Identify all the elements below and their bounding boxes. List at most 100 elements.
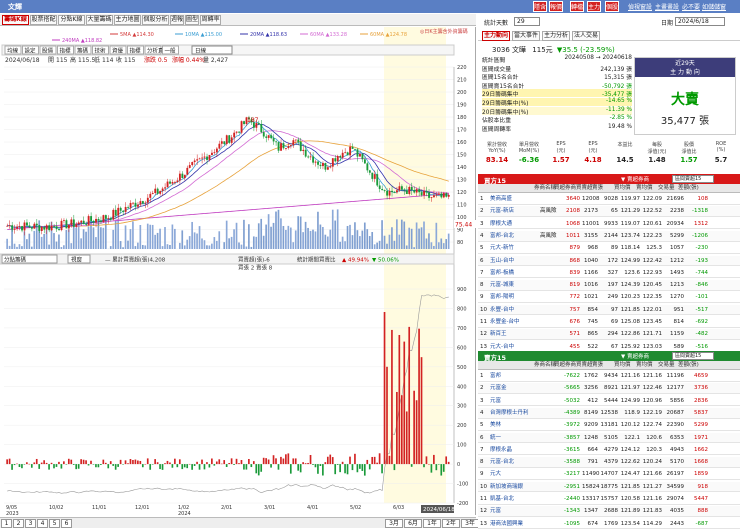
broker-row[interactable]: 3摩根大通1068110019933119.07120.61209341312 [478, 219, 740, 230]
range-6m-button[interactable]: 6月 [404, 519, 422, 528]
window-setting-link[interactable]: 偵視窗設 [628, 2, 652, 11]
volume-bar [21, 246, 23, 249]
broker-row[interactable]: 10新加坡商瑞銀-29511582418775121.85121.2734599… [478, 482, 740, 493]
broker-row[interactable]: 4富邦-台北高風險101131552144123.74122.235299-12… [478, 231, 740, 242]
candle-body [144, 203, 146, 204]
tab-events[interactable]: 當大事件 [512, 31, 540, 41]
cell-value: 2108 [560, 206, 580, 216]
hide-button[interactable]: 隱含 [533, 1, 547, 12]
stat-days-select[interactable]: 29 [514, 17, 540, 26]
column-header[interactable]: 賣均價 [636, 184, 653, 193]
menu-chip-kline[interactable]: 籌碼K線 [2, 15, 29, 25]
tab-analysis[interactable]: 主力分析 [542, 31, 570, 41]
menu-stock-match[interactable]: 股票搭配 [30, 15, 57, 25]
broker-row[interactable]: 2元富-新店高風險2108217365121.29122.522238-1318 [478, 206, 740, 217]
column-header[interactable]: 券商名稱 [534, 184, 556, 193]
range-3y-button[interactable]: 3年 [461, 519, 479, 528]
menu-turnover[interactable]: 周轉率 [200, 15, 221, 25]
broker-row[interactable]: 11凱基-台北-24401331715757120.58121.16290745… [478, 494, 740, 505]
buy-sell-bar [426, 456, 428, 464]
range-2y-button[interactable]: 2年 [442, 519, 460, 528]
buy-sell-bar [29, 464, 31, 465]
menu-stock-analysis[interactable]: 個股分析 [142, 15, 169, 25]
menu-pattern[interactable]: 圖型 [185, 15, 199, 25]
column-header[interactable]: 賣張 [592, 361, 603, 370]
broker-row[interactable]: 5美林-3972920913181120.12122.74223905299 [478, 420, 740, 431]
page-2-button[interactable]: 2 [13, 519, 24, 528]
broker-row[interactable]: 7富邦-板橋8391166327123.6122.931493-744 [478, 268, 740, 279]
column-header[interactable]: 賣均價 [636, 361, 653, 370]
range-3m-button[interactable]: 3月 [385, 519, 403, 528]
column-header[interactable]: 買均價 [614, 361, 631, 370]
broker-row[interactable]: 12元富-134313472688121.89121.834035888 [478, 506, 740, 517]
page-5-button[interactable]: 5 [49, 519, 60, 528]
candle-body [162, 189, 164, 191]
broker-row[interactable]: 1富邦-762217629434121.16121.16111964659 [478, 371, 740, 382]
convert-button[interactable]: 轉檔 [570, 1, 584, 12]
column-header[interactable]: 券商名稱 [534, 361, 556, 370]
volume-bar [238, 242, 240, 249]
broker-row[interactable]: 8元富-城東8191016197124.39120.451213-846 [478, 280, 740, 291]
broker-row[interactable]: 9富邦-陽明7721021249120.23122.351270-101 [478, 292, 740, 303]
broker-row[interactable]: 3元富-50324125444124.99120.9658562836 [478, 396, 740, 407]
page-6-button[interactable]: 6 [61, 519, 72, 528]
row-rank: 5 [480, 420, 488, 430]
broker-row[interactable]: 9元大-32171149014707124.47121.66261971859 [478, 469, 740, 480]
column-header[interactable]: 差額(張) [678, 184, 699, 193]
tab-institutional[interactable]: 法人交易 [572, 31, 600, 41]
column-header[interactable]: 交易量 [658, 184, 675, 193]
broker-row[interactable]: 5元大-新竹87996889118.14125.31057-230 [478, 243, 740, 254]
column-header[interactable]: 買均價 [614, 184, 631, 193]
broker-row[interactable]: 2元富金-566532568921121.97122.46121773736 [478, 383, 740, 394]
menu-big-volume[interactable]: 大量籌碼 [86, 15, 113, 25]
volume-bar [41, 237, 43, 249]
broker-row[interactable]: 7摩根永晶-36156644279124.12120.349431662 [478, 445, 740, 456]
cell-value: 122.74 [642, 420, 662, 430]
candle-body [100, 221, 102, 222]
checkbox-label[interactable]: ◎日K主籌含外資籌碼 [420, 28, 468, 35]
page-1-button[interactable]: 1 [1, 519, 12, 528]
buy-sell-bar [223, 460, 225, 464]
column-header[interactable]: 買賣超 [576, 361, 593, 370]
save-window-link[interactable]: 如儲儲窗 [702, 2, 726, 11]
broker-row[interactable]: 10永豐-台中75785497121.85122.01951-517 [478, 305, 740, 316]
broker-row[interactable]: 4台灣摩根士丹利-4389814912538118.9122.192068758… [478, 408, 740, 419]
stock-button[interactable]: 個股 [605, 1, 619, 12]
cell-value: 1011 [560, 231, 580, 241]
menu-branch-kline[interactable]: 分點K線 [58, 15, 85, 25]
price-tick: 160 [457, 140, 467, 146]
menu-weekly[interactable]: 週報 [170, 15, 184, 25]
buy-sell-bar [241, 460, 243, 464]
broker-row[interactable]: 6玉山-台中8681040172124.99122.421212-193 [478, 256, 740, 267]
column-header[interactable]: 買賣超 [576, 184, 593, 193]
page-3-button[interactable]: 3 [25, 519, 36, 528]
column-header[interactable]: 賣張 [592, 184, 603, 193]
range-1y-button[interactable]: 1年 [423, 519, 441, 528]
buy-sell-bar [362, 464, 364, 471]
main-setting-link[interactable]: 主畫畫設 [655, 2, 679, 11]
tab-main-force[interactable]: 主力動向 [482, 31, 510, 41]
main-force-button[interactable]: 主力 [587, 1, 601, 12]
column-header[interactable]: 交易量 [658, 361, 675, 370]
date-input[interactable]: 2024/6/18 [675, 17, 725, 26]
column-header[interactable]: 差額(張) [678, 361, 699, 370]
broker-row[interactable]: 12新百王571865294122.86121.711159-482 [478, 329, 740, 340]
quote-button[interactable]: 報價 [549, 1, 563, 12]
no-need-link[interactable]: 必不要 [682, 2, 700, 11]
broker-row[interactable]: 1美商高盛3640120089028119.97122.0921696108 [478, 194, 740, 205]
buy-sell-bar [310, 455, 312, 464]
sell-period-select[interactable]: 區間賣超15 [672, 352, 714, 360]
volume-bar [431, 242, 433, 249]
stock-chart[interactable]: 5MA ▲114.3010MA ▲115.0020MA ▲118.6360MA … [0, 27, 476, 515]
broker-row[interactable]: 6統一-385712485105122.1120.663531971 [478, 433, 740, 444]
column-header[interactable]: 買超券商 [554, 184, 576, 193]
broker-row[interactable]: 11永豐金-台中67674569125.08123.45814-692 [478, 317, 740, 328]
buy-period-select[interactable]: 區間賣超15 [672, 175, 714, 183]
page-4-button[interactable]: 4 [37, 519, 48, 528]
broker-row[interactable]: 8元富-台北-35887914379122.62120.2451701668 [478, 457, 740, 468]
broker-row[interactable]: 13港商法國興業-10956741769123.54114.292443-687 [478, 519, 740, 529]
chart-panel: 5MA ▲114.3010MA ▲115.0020MA ▲118.6360MA … [0, 27, 476, 515]
buy-sell-bar [162, 464, 164, 470]
menu-main-map[interactable]: 主力地圖 [114, 15, 141, 25]
column-header[interactable]: 買超券商 [554, 361, 576, 370]
